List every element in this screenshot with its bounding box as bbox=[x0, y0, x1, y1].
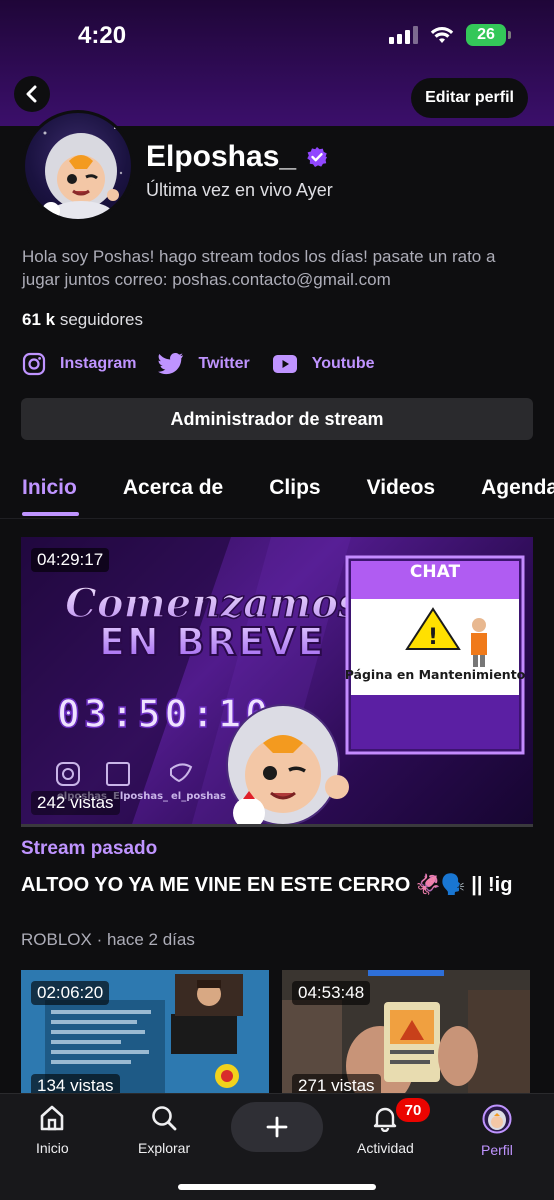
avatar[interactable] bbox=[22, 110, 134, 222]
nav-explore-label: Explorar bbox=[138, 1140, 191, 1156]
video-card-thumbnail[interactable]: 02:06:20 134 vistas bbox=[21, 970, 269, 1096]
featured-duration-badge: 04:29:17 bbox=[31, 548, 110, 572]
featured-views-badge: 242 vistas bbox=[31, 791, 120, 815]
social-links: Instagram Twitter Youtube bbox=[22, 352, 375, 376]
social-link-instagram[interactable]: Instagram bbox=[22, 352, 136, 376]
followers-count[interactable]: 61 k seguidores bbox=[22, 310, 143, 330]
channel-name-row: Elposhas_ bbox=[146, 140, 328, 174]
stream-type-label: Stream pasado bbox=[21, 838, 158, 859]
overlay-chat-title: CHAT bbox=[410, 562, 461, 582]
tab-agenda[interactable]: Agenda bbox=[481, 476, 554, 516]
twitter-icon bbox=[158, 353, 184, 375]
tab-acerca-de[interactable]: Acerca de bbox=[123, 476, 223, 516]
instagram-label: Instagram bbox=[60, 355, 137, 372]
twitter-label: Twitter bbox=[198, 355, 250, 372]
avatar-image bbox=[42, 127, 123, 219]
followers-number: 61 k bbox=[22, 310, 56, 329]
plus-icon bbox=[266, 1116, 288, 1138]
overlay-handle-twitter: el_poshas bbox=[171, 791, 226, 802]
thumbnail-artwork: Comenzamos EN BREVE 03:50:10 CHAT ! Pági… bbox=[21, 537, 526, 827]
battery-level: 26 bbox=[477, 26, 495, 43]
youtube-icon bbox=[272, 355, 297, 373]
home-indicator bbox=[178, 1184, 376, 1190]
video-card-thumbnail[interactable]: 04:53:48 271 vistas bbox=[282, 970, 530, 1096]
channel-name: Elposhas_ bbox=[146, 140, 297, 173]
create-button[interactable] bbox=[231, 1102, 323, 1152]
followers-label: seguidores bbox=[59, 310, 143, 329]
watch-progress-bar bbox=[21, 824, 533, 827]
wifi-icon bbox=[430, 27, 454, 43]
stream-meta[interactable]: ROBLOX · hace 2 días bbox=[21, 930, 195, 950]
cellular-signal-icon bbox=[389, 26, 418, 44]
nav-explore[interactable]: Explorar bbox=[138, 1104, 190, 1156]
featured-stream-thumbnail[interactable]: Comenzamos EN BREVE 03:50:10 CHAT ! Pági… bbox=[21, 537, 533, 827]
chevron-left-icon bbox=[26, 85, 37, 103]
status-time: 4:20 bbox=[78, 22, 127, 49]
nav-profile[interactable]: Perfil bbox=[481, 1104, 513, 1158]
overlay-handle-twitch: Elposhas_ bbox=[113, 791, 168, 802]
video-duration-badge: 02:06:20 bbox=[31, 981, 110, 1005]
overlay-title-line2: EN BREVE bbox=[99, 620, 326, 664]
profile-avatar-icon bbox=[482, 1104, 512, 1134]
tab-inicio[interactable]: Inicio bbox=[22, 476, 79, 516]
edit-profile-button[interactable]: Editar perfil bbox=[411, 78, 528, 118]
channel-bio: Hola soy Poshas! hago stream todos los d… bbox=[22, 247, 496, 289]
svg-text:!: ! bbox=[428, 625, 438, 650]
social-link-twitter[interactable]: Twitter bbox=[158, 353, 250, 375]
battery-indicator: 26 bbox=[466, 24, 511, 46]
social-link-youtube[interactable]: Youtube bbox=[272, 354, 375, 374]
profile-header: 4:20 26 Editar perfil bbox=[0, 0, 554, 126]
tab-videos[interactable]: Videos bbox=[367, 476, 435, 516]
back-button[interactable] bbox=[14, 76, 50, 112]
verified-badge-icon bbox=[307, 147, 328, 167]
nav-profile-label: Perfil bbox=[481, 1142, 513, 1158]
tab-clips[interactable]: Clips bbox=[269, 476, 320, 516]
profile-tabs: Inicio Acerca de Clips Videos Agenda bbox=[22, 476, 554, 516]
stream-manager-button[interactable]: Administrador de stream bbox=[21, 398, 533, 440]
tabs-divider bbox=[0, 518, 554, 519]
instagram-icon bbox=[22, 352, 46, 376]
overlay-chat-status: Página en Mantenimiento bbox=[345, 667, 526, 682]
nav-home-label: Inicio bbox=[36, 1140, 69, 1156]
nav-home[interactable]: Inicio bbox=[36, 1104, 69, 1156]
home-icon bbox=[41, 1105, 64, 1131]
stream-title[interactable]: ALTOO YO YA ME VINE EN ESTE CERRO 🦑🗣️ ||… bbox=[21, 872, 521, 898]
notification-count-badge: 70 bbox=[396, 1098, 430, 1122]
nav-activity-label: Actividad bbox=[357, 1140, 414, 1156]
search-icon bbox=[152, 1106, 177, 1131]
status-icons: 26 bbox=[389, 24, 511, 46]
youtube-label: Youtube bbox=[311, 355, 375, 372]
last-live-status: Última vez en vivo Ayer bbox=[146, 180, 333, 200]
video-duration-badge: 04:53:48 bbox=[292, 981, 371, 1005]
